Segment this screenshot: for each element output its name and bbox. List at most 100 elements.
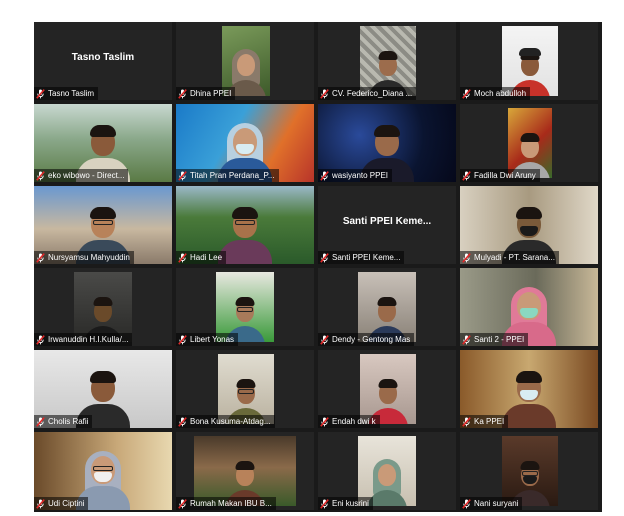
participant-name: Titah Pran Perdana_P...	[190, 171, 275, 180]
participant-tile[interactable]: Dhina PPEI	[176, 22, 314, 100]
participant-name-bar: Irwanuddin H.I.Kulla/...	[34, 333, 133, 346]
participant-video	[360, 26, 416, 96]
muted-mic-icon	[36, 252, 45, 263]
participant-name-bar: Nursyamsu Mahyuddin	[34, 251, 134, 264]
muted-mic-icon	[462, 88, 471, 99]
participant-display-name: Tasno Taslim	[71, 52, 135, 63]
participant-tile[interactable]: Nursyamsu Mahyuddin	[34, 186, 172, 264]
participant-tile[interactable]: Libert Yonas	[176, 268, 314, 346]
participant-name-bar: Endah dwi k	[318, 415, 380, 428]
participant-figure	[218, 202, 272, 264]
participant-name-bar: Bona Kusuma-Atdag...	[176, 415, 275, 428]
participant-tile[interactable]: Hadi Lee	[176, 186, 314, 264]
participant-name: eko wibowo - Direct...	[48, 171, 125, 180]
participant-name-bar: Dendy - Gentong Mas	[318, 333, 415, 346]
participant-video	[502, 436, 558, 506]
muted-mic-icon	[36, 334, 45, 345]
participant-name: Mulyadi - PT. Sarana...	[474, 253, 555, 262]
participant-name-bar: Moch abdulloh	[460, 87, 531, 100]
participant-name: Nani suryani	[474, 499, 519, 508]
muted-mic-icon	[320, 170, 329, 181]
muted-mic-icon	[36, 498, 45, 509]
screenshot-frame: Tasno Taslim Tasno Taslim Dhina PPEI CV. Fe…	[0, 0, 624, 516]
participant-name: Hadi Lee	[190, 253, 223, 262]
participant-name-bar: Dhina PPEI	[176, 87, 236, 100]
participant-tile[interactable]: Santi PPEI Keme... Santi PPEI Keme...	[318, 186, 456, 264]
participant-name: Santi PPEI Keme...	[332, 253, 401, 262]
participant-name: Nursyamsu Mahyuddin	[48, 253, 130, 262]
participant-tile[interactable]: Titah Pran Perdana_P...	[176, 104, 314, 182]
participant-name: Fadilla Dwi Aruny	[474, 171, 536, 180]
participant-name: Dhina PPEI	[190, 89, 232, 98]
participant-tile[interactable]: Mulyadi - PT. Sarana...	[460, 186, 598, 264]
participant-video	[358, 436, 416, 506]
participant-name-bar: eko wibowo - Direct...	[34, 169, 129, 182]
participant-video	[358, 272, 416, 342]
participant-name-bar: wasiyanto PPEI	[318, 169, 393, 182]
muted-mic-icon	[462, 498, 471, 509]
participant-tile[interactable]: Eni kusrini	[318, 432, 456, 510]
participant-tile[interactable]: CV. Federico_Diana ...	[318, 22, 456, 100]
participant-video	[218, 354, 274, 424]
participant-tile[interactable]: Moch abdulloh	[460, 22, 598, 100]
participant-name: Irwanuddin H.I.Kulla/...	[48, 335, 129, 344]
participant-name-bar: Santi 2 - PPEI	[460, 333, 529, 346]
participant-name: Tasno Taslim	[48, 89, 95, 98]
muted-mic-icon	[320, 334, 329, 345]
muted-mic-icon	[36, 88, 45, 99]
participant-name: Libert Yonas	[190, 335, 235, 344]
participant-tile[interactable]: Nani suryani	[460, 432, 598, 510]
muted-mic-icon	[462, 334, 471, 345]
muted-mic-icon	[178, 170, 187, 181]
participant-tile[interactable]: Bona Kusuma-Atdag...	[176, 350, 314, 428]
participant-name-bar: Ka PPEI	[460, 415, 509, 428]
participant-name: Rumah Makan IBU B...	[190, 499, 272, 508]
participant-tile[interactable]: Endah dwi k	[318, 350, 456, 428]
participant-tile[interactable]: wasiyanto PPEI	[318, 104, 456, 182]
muted-mic-icon	[462, 170, 471, 181]
participant-tile[interactable]: Udi Ciptini	[34, 432, 172, 510]
participant-name: Udi Ciptini	[48, 499, 85, 508]
participant-name-bar: Mulyadi - PT. Sarana...	[460, 251, 559, 264]
participant-tile[interactable]: eko wibowo - Direct...	[34, 104, 172, 182]
participant-figure	[502, 366, 556, 428]
participant-name: Cholis Rafii	[48, 417, 89, 426]
participant-video	[222, 26, 270, 96]
participant-tile[interactable]: Cholis Rafii	[34, 350, 172, 428]
participant-name-bar: Rumah Makan IBU B...	[176, 497, 276, 510]
participant-name: Dendy - Gentong Mas	[332, 335, 411, 344]
participant-tile[interactable]: Ka PPEI	[460, 350, 598, 428]
participant-name-bar: Libert Yonas	[176, 333, 239, 346]
participant-tile[interactable]: Tasno Taslim Tasno Taslim	[34, 22, 172, 100]
participant-tile[interactable]: Dendy - Gentong Mas	[318, 268, 456, 346]
participant-name: Santi 2 - PPEI	[474, 335, 525, 344]
participant-name: Ka PPEI	[474, 417, 505, 426]
participant-tile[interactable]: Fadilla Dwi Aruny	[460, 104, 598, 182]
participant-name: wasiyanto PPEI	[332, 171, 389, 180]
muted-mic-icon	[462, 252, 471, 263]
participant-name-bar: Fadilla Dwi Aruny	[460, 169, 540, 182]
participant-video	[360, 354, 416, 424]
participant-name-bar: Udi Ciptini	[34, 497, 89, 510]
participant-tile[interactable]: Santi 2 - PPEI	[460, 268, 598, 346]
participant-tile[interactable]: Irwanuddin H.I.Kulla/...	[34, 268, 172, 346]
participant-name-bar: Tasno Taslim	[34, 87, 99, 100]
muted-mic-icon	[178, 416, 187, 427]
participant-name-bar: Cholis Rafii	[34, 415, 93, 428]
participant-name: CV. Federico_Diana ...	[332, 89, 413, 98]
participant-video	[74, 272, 132, 342]
participant-name: Endah dwi k	[332, 417, 376, 426]
participant-tile[interactable]: Rumah Makan IBU B...	[176, 432, 314, 510]
participant-name: Eni kusrini	[332, 499, 369, 508]
muted-mic-icon	[320, 498, 329, 509]
muted-mic-icon	[320, 252, 329, 263]
participant-name-bar: CV. Federico_Diana ...	[318, 87, 417, 100]
participant-name: Moch abdulloh	[474, 89, 527, 98]
muted-mic-icon	[178, 252, 187, 263]
muted-mic-icon	[36, 416, 45, 427]
participant-name: Bona Kusuma-Atdag...	[190, 417, 271, 426]
participant-name-bar: Hadi Lee	[176, 251, 227, 264]
participant-name-bar: Nani suryani	[460, 497, 523, 510]
participant-figure	[367, 456, 407, 506]
participant-name-bar: Santi PPEI Keme...	[318, 251, 405, 264]
